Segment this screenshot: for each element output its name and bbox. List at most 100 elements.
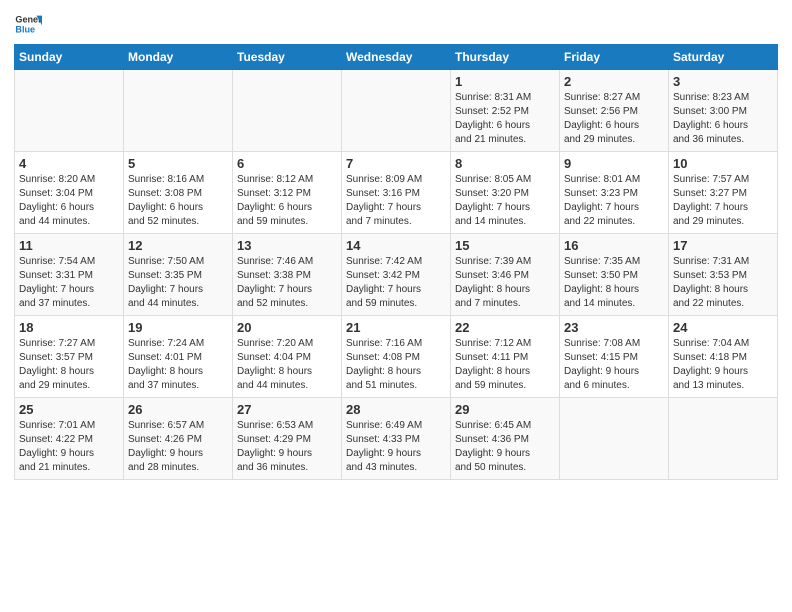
day-number: 11 (19, 238, 119, 253)
day-number: 10 (673, 156, 773, 171)
day-cell: 5 Sunrise: 8:16 AM Sunset: 3:08 PM Daylig… (124, 152, 233, 234)
day-cell: 8 Sunrise: 8:05 AM Sunset: 3:20 PM Daylig… (451, 152, 560, 234)
column-header-thursday: Thursday (451, 45, 560, 70)
column-header-saturday: Saturday (669, 45, 778, 70)
day-number: 20 (237, 320, 337, 335)
day-cell: 1Sunrise: 8:31 AM Sunset: 2:52 PM Daylig… (451, 70, 560, 152)
calendar-table: SundayMondayTuesdayWednesdayThursdayFrid… (14, 44, 778, 480)
day-cell: 4 Sunrise: 8:20 AM Sunset: 3:04 PM Daylig… (15, 152, 124, 234)
day-number: 1 (455, 74, 555, 89)
day-info: Sunrise: 7:04 AM Sunset: 4:18 PM Dayligh… (673, 337, 773, 393)
day-number: 17 (673, 238, 773, 253)
day-info: Sunrise: 8:05 AM Sunset: 3:20 PM Dayligh… (455, 173, 555, 229)
day-cell (124, 70, 233, 152)
day-cell: 2 Sunrise: 8:27 AM Sunset: 2:56 PM Daylig… (560, 70, 669, 152)
day-cell: 19 Sunrise: 7:24 AM Sunset: 4:01 PM Dayli… (124, 316, 233, 398)
day-cell: 13Sunrise: 7:46 AM Sunset: 3:38 PM Dayli… (233, 234, 342, 316)
day-number: 2 (564, 74, 664, 89)
logo: General Blue (14, 10, 46, 38)
day-number: 12 (128, 238, 228, 253)
day-number: 6 (237, 156, 337, 171)
day-cell: 18Sunrise: 7:27 AM Sunset: 3:57 PM Dayli… (15, 316, 124, 398)
week-row-4: 25 Sunrise: 7:01 AM Sunset: 4:22 PM Dayli… (15, 398, 778, 480)
day-cell (560, 398, 669, 480)
day-cell: 10 Sunrise: 7:57 AM Sunset: 3:27 PM Dayli… (669, 152, 778, 234)
day-cell: 22Sunrise: 7:12 AM Sunset: 4:11 PM Dayli… (451, 316, 560, 398)
day-info: Sunrise: 7:39 AM Sunset: 3:46 PM Dayligh… (455, 255, 555, 311)
day-info: Sunrise: 7:35 AM Sunset: 3:50 PM Dayligh… (564, 255, 664, 311)
day-number: 29 (455, 402, 555, 417)
day-cell: 6Sunrise: 8:12 AM Sunset: 3:12 PM Daylig… (233, 152, 342, 234)
day-number: 27 (237, 402, 337, 417)
day-number: 5 (128, 156, 228, 171)
day-cell: 15 Sunrise: 7:39 AM Sunset: 3:46 PM Dayli… (451, 234, 560, 316)
day-cell: 21Sunrise: 7:16 AM Sunset: 4:08 PM Dayli… (342, 316, 451, 398)
day-cell: 14 Sunrise: 7:42 AM Sunset: 3:42 PM Dayli… (342, 234, 451, 316)
column-header-friday: Friday (560, 45, 669, 70)
day-info: Sunrise: 6:49 AM Sunset: 4:33 PM Dayligh… (346, 419, 446, 475)
day-cell: 29 Sunrise: 6:45 AM Sunset: 4:36 PM Dayli… (451, 398, 560, 480)
day-info: Sunrise: 7:54 AM Sunset: 3:31 PM Dayligh… (19, 255, 119, 311)
day-cell: 3 Sunrise: 8:23 AM Sunset: 3:00 PM Daylig… (669, 70, 778, 152)
day-cell: 12Sunrise: 7:50 AM Sunset: 3:35 PM Dayli… (124, 234, 233, 316)
day-cell: 17 Sunrise: 7:31 AM Sunset: 3:53 PM Dayli… (669, 234, 778, 316)
day-info: Sunrise: 7:08 AM Sunset: 4:15 PM Dayligh… (564, 337, 664, 393)
day-info: Sunrise: 8:01 AM Sunset: 3:23 PM Dayligh… (564, 173, 664, 229)
day-cell (233, 70, 342, 152)
day-number: 21 (346, 320, 446, 335)
day-number: 19 (128, 320, 228, 335)
day-info: Sunrise: 7:27 AM Sunset: 3:57 PM Dayligh… (19, 337, 119, 393)
header-row-days: SundayMondayTuesdayWednesdayThursdayFrid… (15, 45, 778, 70)
day-cell: 25 Sunrise: 7:01 AM Sunset: 4:22 PM Dayli… (15, 398, 124, 480)
day-cell (342, 70, 451, 152)
day-number: 24 (673, 320, 773, 335)
day-info: Sunrise: 8:20 AM Sunset: 3:04 PM Dayligh… (19, 173, 119, 229)
day-info: Sunrise: 8:23 AM Sunset: 3:00 PM Dayligh… (673, 91, 773, 147)
day-number: 8 (455, 156, 555, 171)
logo-icon: General Blue (14, 10, 42, 38)
page-container: General Blue SundayMondayTuesdayWednesda… (0, 0, 792, 486)
day-number: 3 (673, 74, 773, 89)
day-cell: 24 Sunrise: 7:04 AM Sunset: 4:18 PM Dayli… (669, 316, 778, 398)
day-number: 4 (19, 156, 119, 171)
day-info: Sunrise: 7:57 AM Sunset: 3:27 PM Dayligh… (673, 173, 773, 229)
column-header-tuesday: Tuesday (233, 45, 342, 70)
day-cell: 20 Sunrise: 7:20 AM Sunset: 4:04 PM Dayli… (233, 316, 342, 398)
day-number: 13 (237, 238, 337, 253)
day-info: Sunrise: 6:45 AM Sunset: 4:36 PM Dayligh… (455, 419, 555, 475)
week-row-2: 11 Sunrise: 7:54 AM Sunset: 3:31 PM Dayli… (15, 234, 778, 316)
week-row-0: 1Sunrise: 8:31 AM Sunset: 2:52 PM Daylig… (15, 70, 778, 152)
day-number: 9 (564, 156, 664, 171)
day-info: Sunrise: 7:42 AM Sunset: 3:42 PM Dayligh… (346, 255, 446, 311)
day-cell: 23 Sunrise: 7:08 AM Sunset: 4:15 PM Dayli… (560, 316, 669, 398)
column-header-monday: Monday (124, 45, 233, 70)
day-cell: 9 Sunrise: 8:01 AM Sunset: 3:23 PM Daylig… (560, 152, 669, 234)
svg-text:Blue: Blue (15, 24, 35, 34)
day-number: 7 (346, 156, 446, 171)
day-number: 15 (455, 238, 555, 253)
day-info: Sunrise: 7:31 AM Sunset: 3:53 PM Dayligh… (673, 255, 773, 311)
day-info: Sunrise: 8:27 AM Sunset: 2:56 PM Dayligh… (564, 91, 664, 147)
day-number: 16 (564, 238, 664, 253)
day-number: 28 (346, 402, 446, 417)
day-cell: 26 Sunrise: 6:57 AM Sunset: 4:26 PM Dayli… (124, 398, 233, 480)
day-info: Sunrise: 6:53 AM Sunset: 4:29 PM Dayligh… (237, 419, 337, 475)
day-info: Sunrise: 7:24 AM Sunset: 4:01 PM Dayligh… (128, 337, 228, 393)
day-number: 14 (346, 238, 446, 253)
day-number: 26 (128, 402, 228, 417)
column-header-wednesday: Wednesday (342, 45, 451, 70)
day-number: 25 (19, 402, 119, 417)
day-cell: 28 Sunrise: 6:49 AM Sunset: 4:33 PM Dayli… (342, 398, 451, 480)
day-cell: 16 Sunrise: 7:35 AM Sunset: 3:50 PM Dayli… (560, 234, 669, 316)
week-row-1: 4 Sunrise: 8:20 AM Sunset: 3:04 PM Daylig… (15, 152, 778, 234)
day-cell: 7 Sunrise: 8:09 AM Sunset: 3:16 PM Daylig… (342, 152, 451, 234)
day-info: Sunrise: 7:01 AM Sunset: 4:22 PM Dayligh… (19, 419, 119, 475)
day-cell (15, 70, 124, 152)
week-row-3: 18Sunrise: 7:27 AM Sunset: 3:57 PM Dayli… (15, 316, 778, 398)
day-number: 23 (564, 320, 664, 335)
day-info: Sunrise: 8:16 AM Sunset: 3:08 PM Dayligh… (128, 173, 228, 229)
day-info: Sunrise: 6:57 AM Sunset: 4:26 PM Dayligh… (128, 419, 228, 475)
day-cell: 27 Sunrise: 6:53 AM Sunset: 4:29 PM Dayli… (233, 398, 342, 480)
day-info: Sunrise: 7:20 AM Sunset: 4:04 PM Dayligh… (237, 337, 337, 393)
day-info: Sunrise: 8:09 AM Sunset: 3:16 PM Dayligh… (346, 173, 446, 229)
